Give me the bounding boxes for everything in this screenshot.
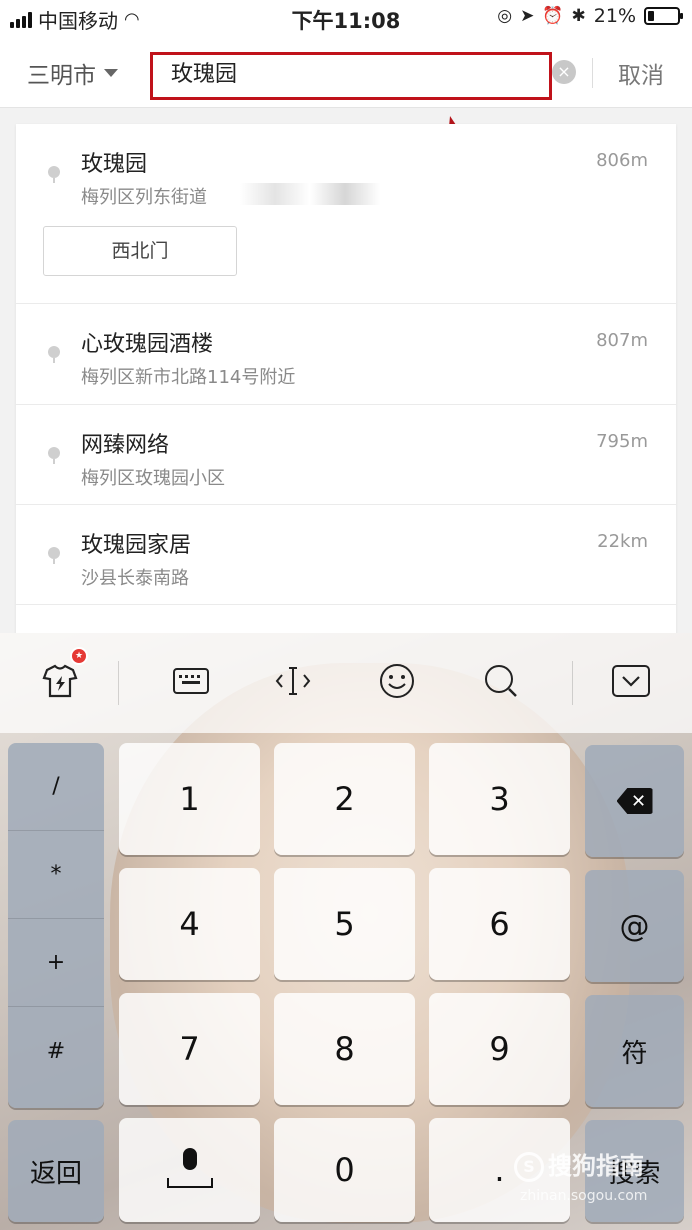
pin-icon [48, 547, 60, 564]
watermark-brand: 搜狗指南 [548, 1152, 644, 1180]
result-name: 心玫瑰园酒楼 [81, 332, 214, 357]
pin-icon [48, 447, 60, 464]
key-8[interactable]: 8 [274, 993, 415, 1105]
result-distance: 806m [596, 150, 648, 171]
symbol-column: / * + # [8, 743, 104, 1108]
city-selector[interactable]: 三明市 [27, 56, 118, 90]
battery-icon [644, 7, 683, 25]
divider [572, 661, 573, 705]
at-key[interactable]: @ [585, 870, 684, 982]
cursor-icon[interactable] [273, 661, 313, 701]
results-list: 玫瑰园 梅列区列东街道 806m 西北门 心玫瑰园酒楼 梅列区新市北路114号附… [16, 124, 676, 644]
key-6[interactable]: 6 [429, 868, 570, 980]
city-label: 三明市 [27, 63, 96, 89]
result-distance: 807m [596, 330, 648, 351]
list-item[interactable]: 网臻网络 梅列区玫瑰园小区 795m [16, 405, 676, 505]
chevron-down-icon [104, 69, 118, 77]
result-distance: 795m [596, 431, 648, 452]
backspace-icon: ✕ [616, 788, 653, 814]
result-distance: 22km [597, 531, 648, 552]
key-7[interactable]: 7 [119, 993, 260, 1105]
pin-icon [48, 346, 60, 363]
search-header: 三明市 × 取消 [0, 36, 692, 108]
key-plus[interactable]: + [8, 919, 104, 1007]
notification-badge: ★ [70, 647, 88, 665]
key-9[interactable]: 9 [429, 993, 570, 1105]
key-4[interactable]: 4 [119, 868, 260, 980]
list-item[interactable]: 玫瑰园 梅列区列东街道 806m 西北门 [16, 124, 676, 304]
key-0[interactable]: 0 [274, 1118, 415, 1222]
search-input[interactable] [171, 59, 531, 84]
location-icon: ➤ [520, 6, 535, 26]
key-3[interactable]: 3 [429, 743, 570, 855]
sogou-logo-icon: S [514, 1152, 544, 1182]
watermark-url: zhinan.sogou.com [520, 1188, 648, 1204]
key-slash[interactable]: / [8, 743, 104, 831]
clear-icon[interactable]: × [552, 60, 576, 84]
result-name: 玫瑰园 [81, 152, 148, 177]
rotation-lock-icon: ◎ [497, 6, 513, 26]
result-name: 网臻网络 [81, 433, 170, 458]
symbol-key[interactable]: 符 [585, 995, 684, 1107]
microphone-icon [165, 1148, 215, 1192]
emoji-icon[interactable] [377, 661, 417, 701]
key-2[interactable]: 2 [274, 743, 415, 855]
divider [592, 58, 593, 88]
back-key[interactable]: 返回 [8, 1120, 104, 1222]
result-address: 沙县长泰南路 [81, 568, 189, 589]
key-5[interactable]: 5 [274, 868, 415, 980]
alarm-icon: ⏰ [542, 6, 564, 26]
result-address: 梅列区新市北路114号附近 [81, 367, 296, 388]
result-name: 玫瑰园家居 [81, 533, 192, 558]
collapse-keyboard-icon[interactable] [611, 661, 651, 701]
sub-entrance-button[interactable]: 西北门 [43, 226, 237, 276]
list-item[interactable]: 心玫瑰园酒楼 梅列区新市北路114号附近 807m [16, 304, 676, 405]
list-item[interactable]: 玫瑰园家居 沙县长泰南路 22km [16, 505, 676, 605]
status-bar: 中国移动 ◠ 下午11:08 ◎ ➤ ⏰ ✱ 21% [0, 0, 692, 36]
cancel-button[interactable]: 取消 [618, 56, 664, 90]
search-icon[interactable] [481, 661, 521, 701]
bluetooth-icon: ✱ [571, 6, 586, 26]
voice-key[interactable] [119, 1118, 260, 1222]
pin-icon [48, 166, 60, 183]
divider [118, 661, 119, 705]
keyboard-icon[interactable] [171, 661, 211, 701]
key-1[interactable]: 1 [119, 743, 260, 855]
keyboard-toolbar: ★ [0, 633, 692, 733]
key-hash[interactable]: # [8, 1007, 104, 1095]
redacted-address [240, 183, 380, 205]
result-address: 梅列区列东街道 [81, 187, 207, 208]
battery-percent: 21% [593, 5, 636, 27]
keyboard: ★ / * + # 1 2 3 ✕ 4 5 6 @ 7 8 9 符 返回 0 .… [0, 633, 692, 1230]
result-address: 梅列区玫瑰园小区 [81, 468, 225, 489]
status-right: ◎ ➤ ⏰ ✱ 21% [497, 5, 683, 27]
skin-icon[interactable] [40, 661, 80, 701]
key-asterisk[interactable]: * [8, 831, 104, 919]
watermark-logo: S 搜狗指南 [514, 1146, 644, 1182]
search-box-highlight [150, 52, 552, 100]
backspace-key[interactable]: ✕ [585, 745, 684, 857]
